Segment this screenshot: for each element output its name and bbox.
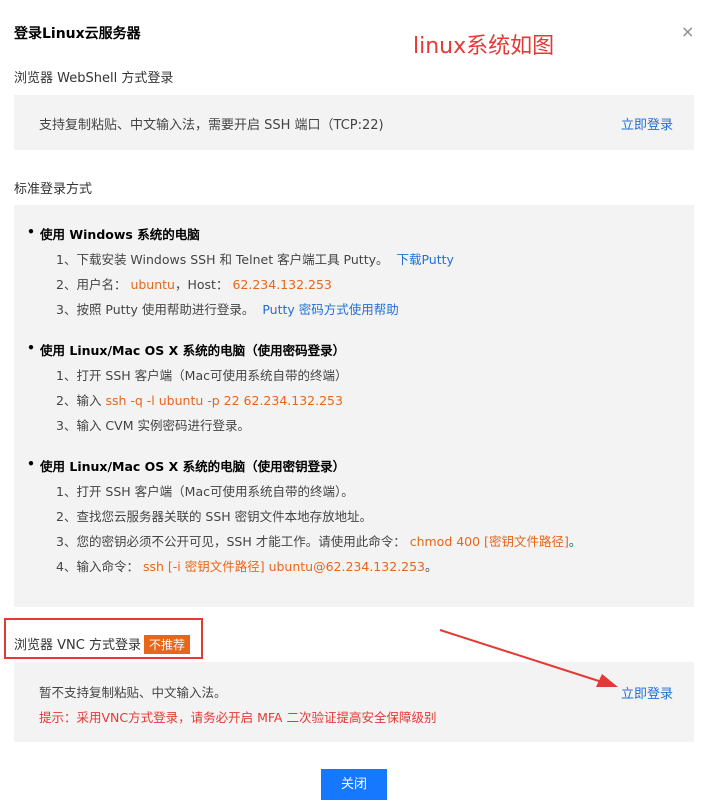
close-button[interactable]: 关闭 (321, 769, 387, 800)
arrow-annotation-icon (439, 629, 618, 687)
